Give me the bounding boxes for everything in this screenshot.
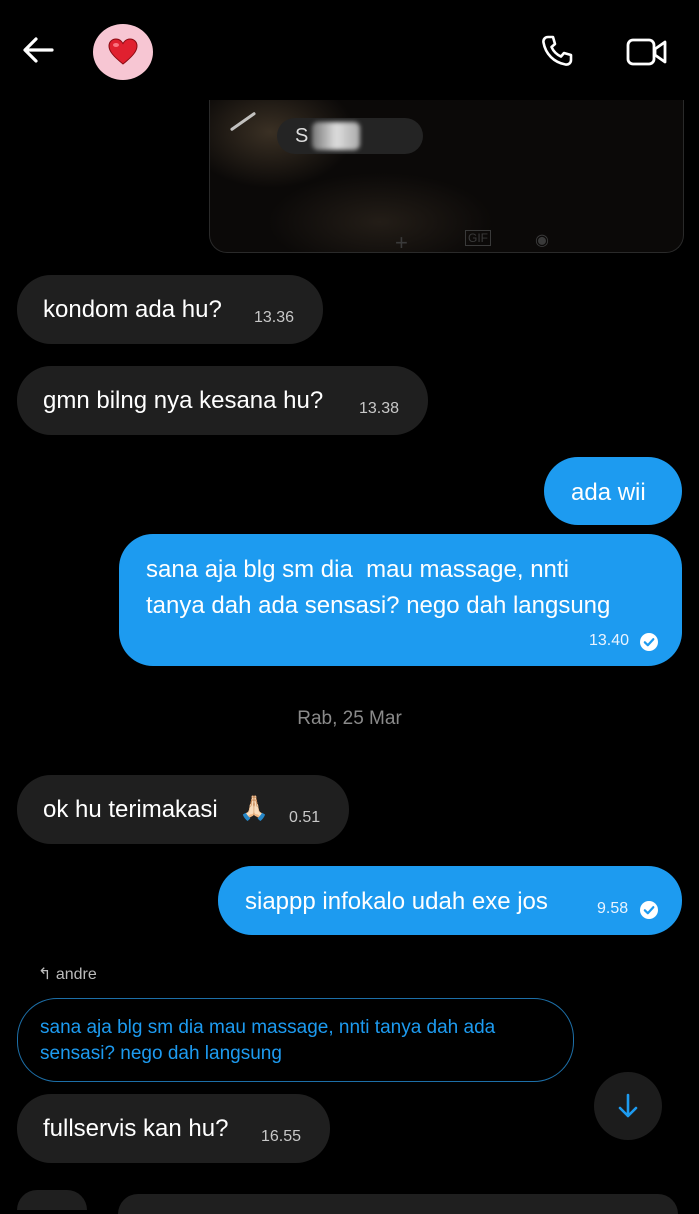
message-time: 9.58	[597, 900, 629, 917]
message-time: 13.36	[254, 309, 295, 326]
quoted-message-text: sana aja blg sm dia mau massage, nnti ta…	[40, 1017, 496, 1064]
message-outgoing[interactable]: ada wii	[544, 457, 682, 525]
call-button[interactable]	[536, 30, 578, 72]
message-time: 16.55	[261, 1128, 302, 1145]
arrow-left-icon	[23, 37, 54, 63]
message-incoming[interactable]: fullservis kan hu? 16.55	[17, 1094, 330, 1163]
date-separator: Rab, 25 Mar	[297, 708, 402, 729]
arrow-down-icon	[618, 1093, 638, 1118]
avatar[interactable]	[93, 24, 153, 80]
read-check-icon	[640, 901, 658, 919]
video-call-button[interactable]	[624, 32, 670, 72]
message-text-line-1: sana aja blg sm dia mau massage, nnti	[146, 556, 569, 583]
video-camera-icon	[626, 38, 667, 66]
next-message-partial	[0, 1190, 699, 1214]
read-check-icon	[640, 633, 658, 651]
image-overlay-text: S	[295, 125, 309, 147]
folded-hands-icon: 🙏🏻	[239, 795, 269, 822]
image-detail	[229, 111, 257, 132]
shared-image-preview[interactable]: S + GIF ◉	[209, 92, 684, 253]
message-text-line-2: tanya dah ada sensasi? nego dah langsung	[146, 592, 611, 619]
message-outgoing[interactable]: sana aja blg sm dia mau massage, nnti ta…	[119, 534, 682, 666]
message-text: gmn bilng nya kesana hu?	[43, 387, 324, 414]
message-time: 13.38	[359, 400, 400, 417]
message-time: 0.51	[289, 809, 321, 826]
image-overlay-pill: S	[277, 118, 423, 154]
message-incoming[interactable]: kondom ada hu? 13.36	[17, 275, 323, 344]
chat-header	[0, 0, 699, 100]
red-heart-icon	[108, 38, 138, 65]
blurred-region	[312, 122, 360, 150]
message-text: ok hu terimakasi	[43, 796, 218, 823]
message-text: fullservis kan hu?	[43, 1115, 229, 1142]
message-incoming[interactable]: gmn bilng nya kesana hu? 13.38	[17, 366, 428, 435]
reply-arrow-icon: ↰	[38, 966, 52, 983]
message-text: kondom ada hu?	[43, 296, 222, 323]
reply-author: ↰ andre	[38, 964, 97, 984]
scroll-to-bottom-button[interactable]	[594, 1072, 662, 1140]
message-time: 13.40	[589, 632, 630, 649]
reply-author-name: andre	[55, 966, 97, 983]
message-text: ada wii	[571, 479, 646, 506]
phone-icon	[542, 35, 573, 66]
image-embedded-toolbar: + GIF ◉	[395, 230, 549, 253]
quoted-message[interactable]: sana aja blg sm dia mau massage, nnti ta…	[17, 998, 574, 1082]
message-incoming[interactable]: ok hu terimakasi 🙏🏻 0.51	[17, 775, 349, 844]
back-button[interactable]	[18, 30, 58, 70]
message-text: siappp infokalo udah exe jos	[245, 888, 548, 915]
message-outgoing[interactable]: siappp infokalo udah exe jos 9.58	[218, 866, 682, 935]
